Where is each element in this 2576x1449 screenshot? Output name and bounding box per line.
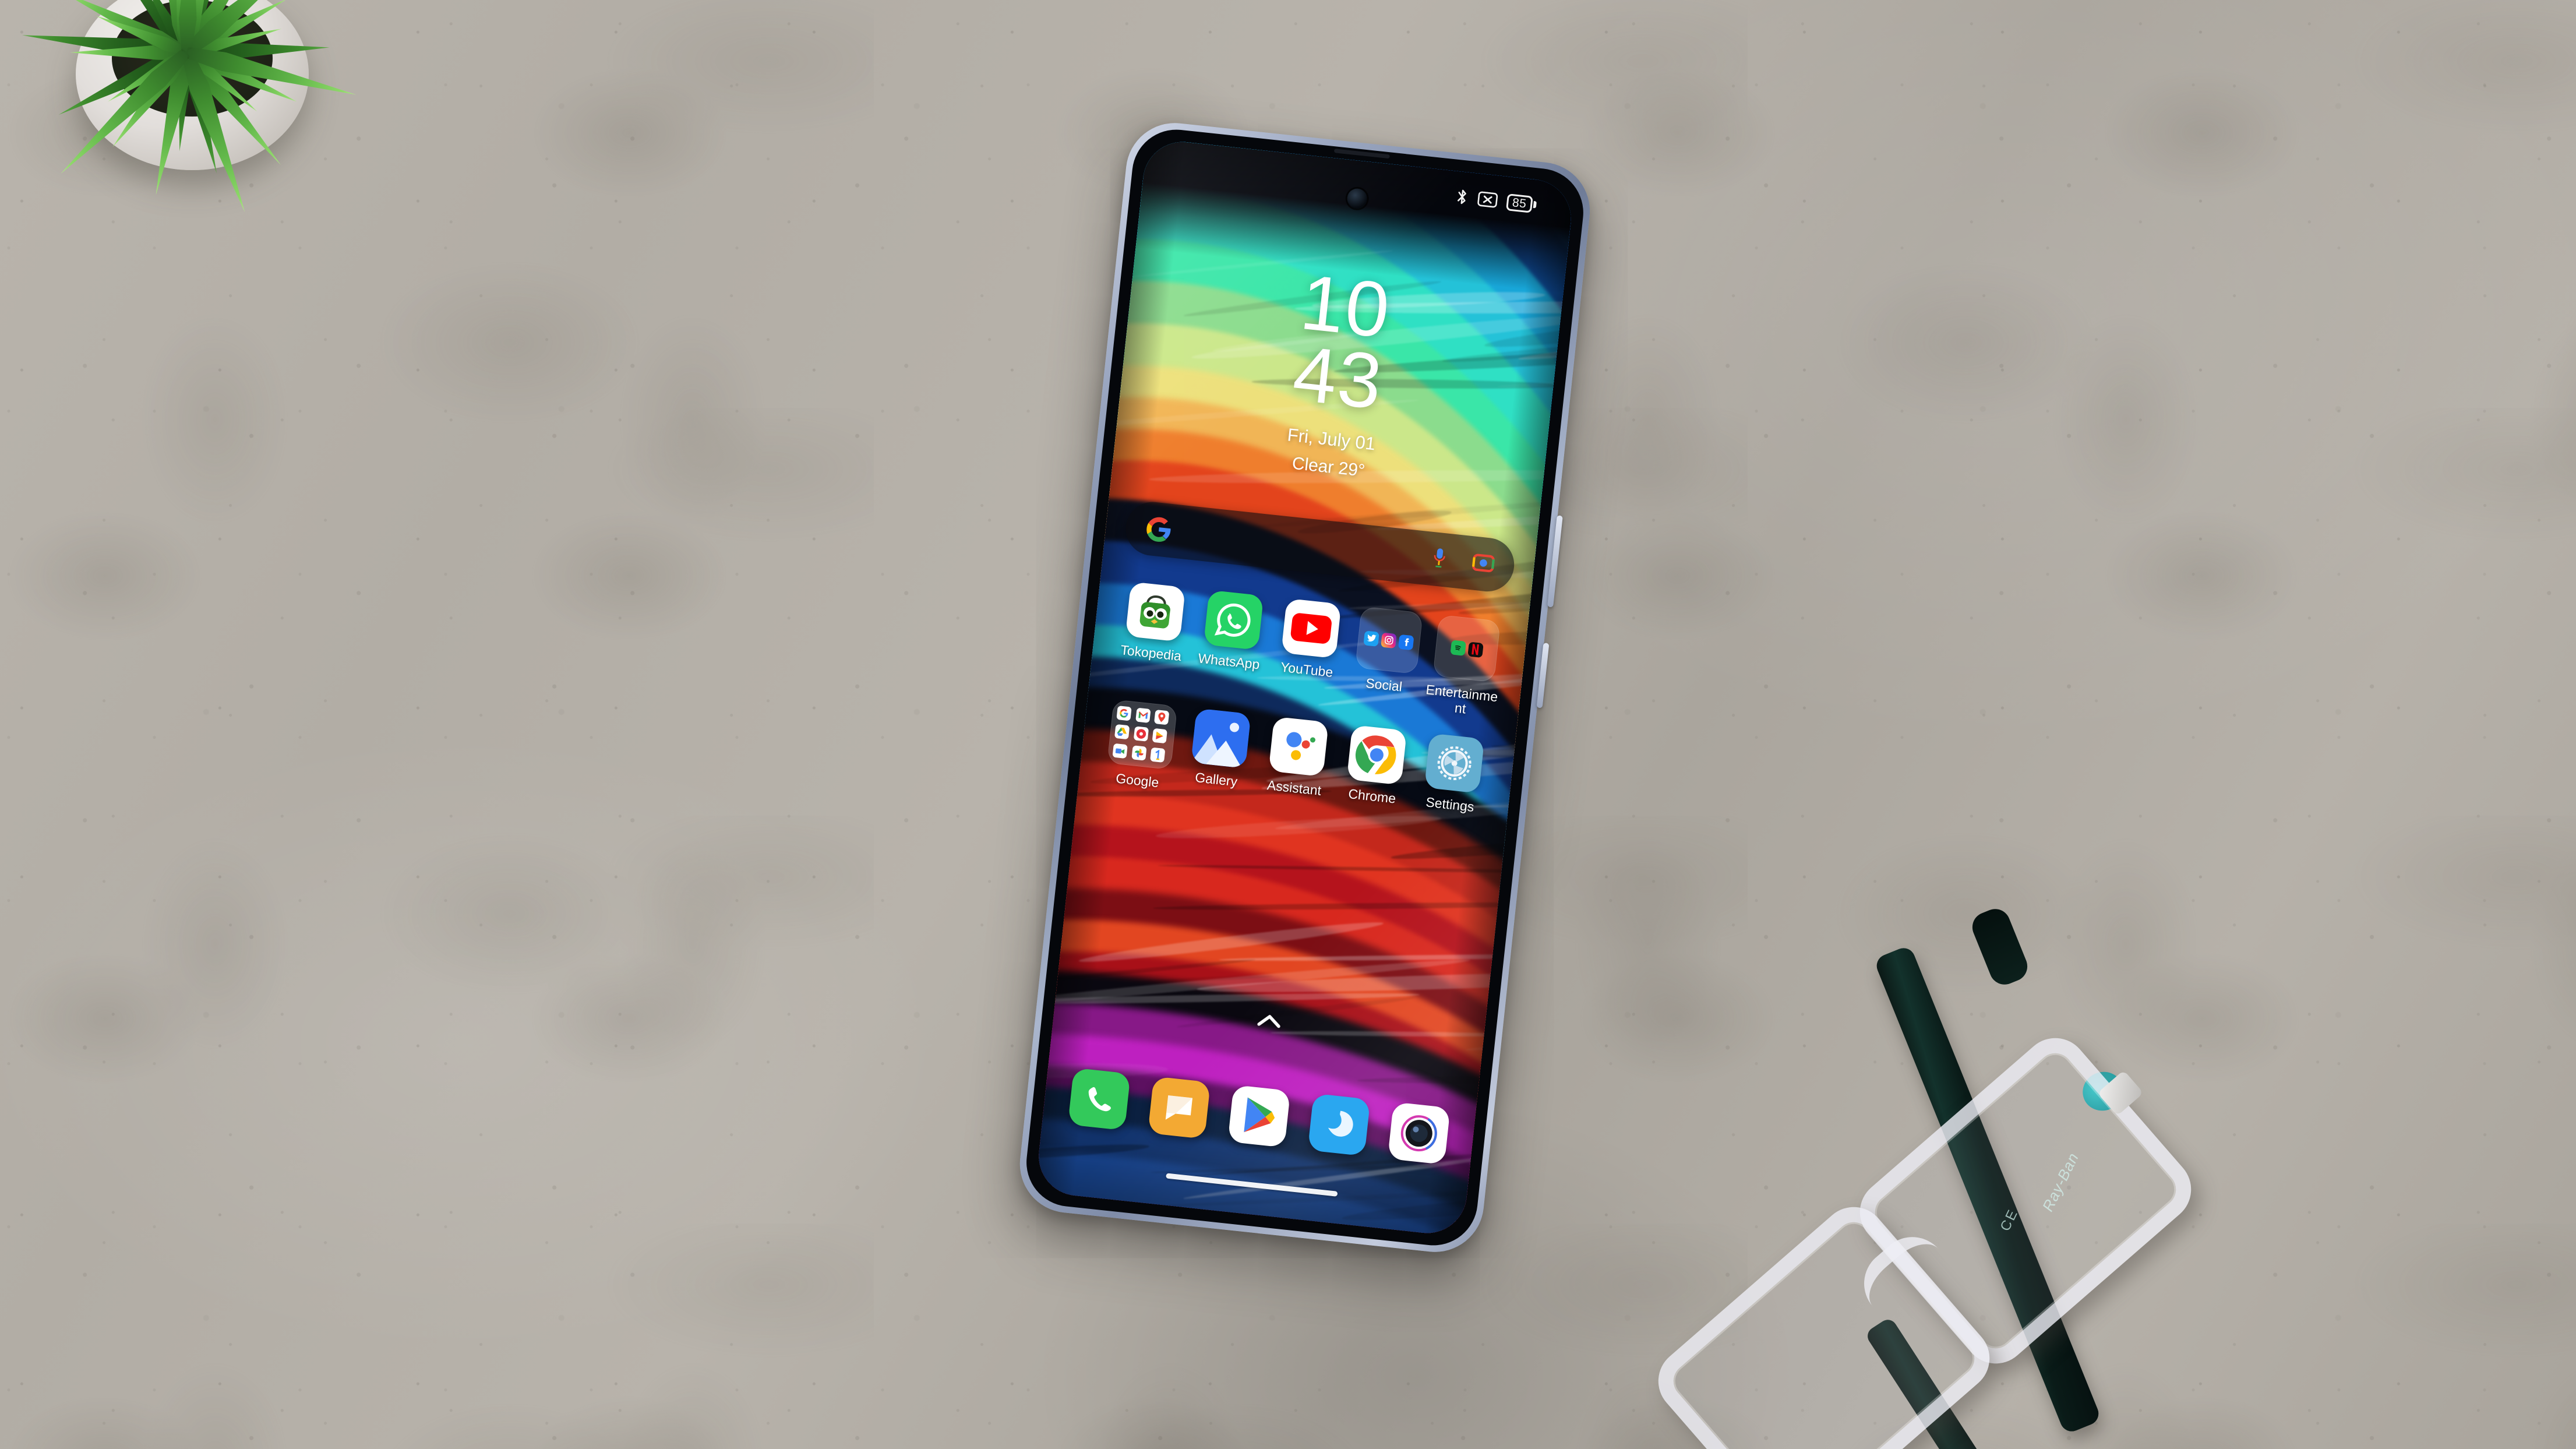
instagram-icon bbox=[1381, 632, 1397, 648]
no-sim-icon bbox=[1477, 191, 1498, 208]
tokopedia-icon[interactable] bbox=[1125, 581, 1185, 641]
folder-entertainment[interactable]: Entertainment bbox=[1423, 614, 1507, 720]
wallpaper-brush-streak bbox=[1378, 1233, 1575, 1237]
app-label: Tokopedia bbox=[1120, 643, 1182, 664]
netflix-icon bbox=[1467, 641, 1484, 658]
app-label: Gallery bbox=[1194, 770, 1238, 789]
entertainment-folder-icon[interactable] bbox=[1432, 615, 1501, 683]
wallpaper-brush-streak bbox=[1560, 559, 1575, 578]
app-chrome[interactable]: Chrome bbox=[1333, 724, 1417, 817]
google-photos-icon bbox=[1131, 745, 1146, 760]
app-grid: Tokopedia WhatsApp YouTube Social Entertainm… bbox=[1087, 580, 1518, 847]
browser-icon[interactable] bbox=[1308, 1094, 1371, 1157]
search-input-area[interactable] bbox=[1172, 531, 1429, 558]
dock-item-messages[interactable] bbox=[1148, 1076, 1211, 1139]
gmail-icon bbox=[1135, 707, 1151, 722]
eyeglasses: Ray-Ban CE bbox=[1753, 897, 2576, 1449]
youtube-icon[interactable] bbox=[1281, 598, 1341, 658]
glasses-temple-tip bbox=[1968, 904, 2032, 989]
app-label: Assistant bbox=[1266, 778, 1322, 799]
twitter-icon bbox=[1363, 630, 1379, 647]
battery-icon: 85 bbox=[1506, 193, 1537, 213]
dock-item-play-store[interactable] bbox=[1227, 1085, 1290, 1148]
app-gallery[interactable]: Gallery bbox=[1177, 707, 1261, 801]
play-store-icon[interactable] bbox=[1227, 1085, 1290, 1148]
phone-bezel: 85 10 43 Fri, July 01 Clear 29° Tokopedi… bbox=[1022, 125, 1587, 1250]
app-assistant[interactable]: Assistant bbox=[1255, 715, 1339, 809]
desk-scene: Ray-Ban CE 85 10 43 Fri, July 01 Clear 2… bbox=[0, 0, 2576, 1449]
smartphone: 85 10 43 Fri, July 01 Clear 29° Tokopedi… bbox=[1015, 118, 1594, 1257]
gallery-icon[interactable] bbox=[1191, 708, 1251, 768]
app-label: Social bbox=[1365, 676, 1403, 694]
settings-gear-icon[interactable] bbox=[1424, 733, 1484, 793]
app-label: Google bbox=[1115, 771, 1159, 790]
google-assistant-icon[interactable] bbox=[1268, 716, 1328, 776]
battery-cap bbox=[1533, 201, 1537, 208]
wallpaper-brush-streak bbox=[1536, 976, 1575, 986]
app-label: WhatsApp bbox=[1197, 651, 1260, 672]
play-music-icon bbox=[1133, 727, 1148, 742]
spotify-icon bbox=[1450, 640, 1466, 656]
dock-item-camera[interactable] bbox=[1388, 1102, 1451, 1165]
battery-level: 85 bbox=[1506, 193, 1533, 213]
wallpaper-brush-streak bbox=[1569, 506, 1575, 558]
play-movies-icon bbox=[1152, 728, 1167, 743]
wallpaper-brush-streak bbox=[1516, 1150, 1575, 1199]
bluetooth-icon bbox=[1455, 188, 1469, 206]
maps-icon bbox=[1154, 710, 1169, 725]
messages-icon[interactable] bbox=[1148, 1076, 1211, 1139]
app-row: Google Gallery Assistant Chrome Settings bbox=[1089, 697, 1505, 827]
wallpaper-brush-streak bbox=[1565, 844, 1575, 890]
app-youtube[interactable]: YouTube bbox=[1266, 597, 1351, 703]
google-lens-icon[interactable] bbox=[1471, 551, 1495, 578]
chrome-icon[interactable] bbox=[1346, 724, 1406, 784]
google-icon bbox=[1116, 706, 1131, 721]
camera-icon[interactable] bbox=[1388, 1102, 1451, 1165]
wallpaper-brush-streak bbox=[1543, 816, 1575, 837]
app-label: Entertainment bbox=[1423, 682, 1500, 720]
dock-item-phone[interactable] bbox=[1068, 1068, 1131, 1131]
wallpaper-brush-streak bbox=[1567, 700, 1575, 724]
dock-item-browser[interactable] bbox=[1308, 1094, 1371, 1157]
google-folder-icon[interactable] bbox=[1107, 699, 1177, 770]
folder-social[interactable]: Social bbox=[1345, 605, 1429, 711]
app-settings[interactable]: Settings bbox=[1411, 732, 1494, 826]
app-label: YouTube bbox=[1280, 660, 1334, 680]
app-label: Settings bbox=[1425, 795, 1474, 815]
drive-icon bbox=[1114, 724, 1130, 739]
social-folder-icon[interactable] bbox=[1355, 607, 1423, 675]
meet-icon bbox=[1112, 743, 1127, 759]
facebook-icon bbox=[1398, 634, 1414, 650]
app-whatsapp[interactable]: WhatsApp bbox=[1188, 589, 1273, 695]
wallpaper-brush-streak bbox=[1565, 763, 1575, 819]
microphone-icon[interactable] bbox=[1428, 545, 1451, 573]
whatsapp-icon[interactable] bbox=[1203, 590, 1263, 650]
google-one-icon bbox=[1150, 748, 1165, 763]
potted-plant bbox=[0, 0, 396, 297]
folder-google[interactable]: Google bbox=[1099, 699, 1183, 792]
phone-icon[interactable] bbox=[1068, 1068, 1131, 1131]
app-tokopedia[interactable]: Tokopedia bbox=[1111, 580, 1195, 686]
app-label: Chrome bbox=[1347, 787, 1396, 806]
google-g-icon[interactable] bbox=[1144, 515, 1174, 545]
